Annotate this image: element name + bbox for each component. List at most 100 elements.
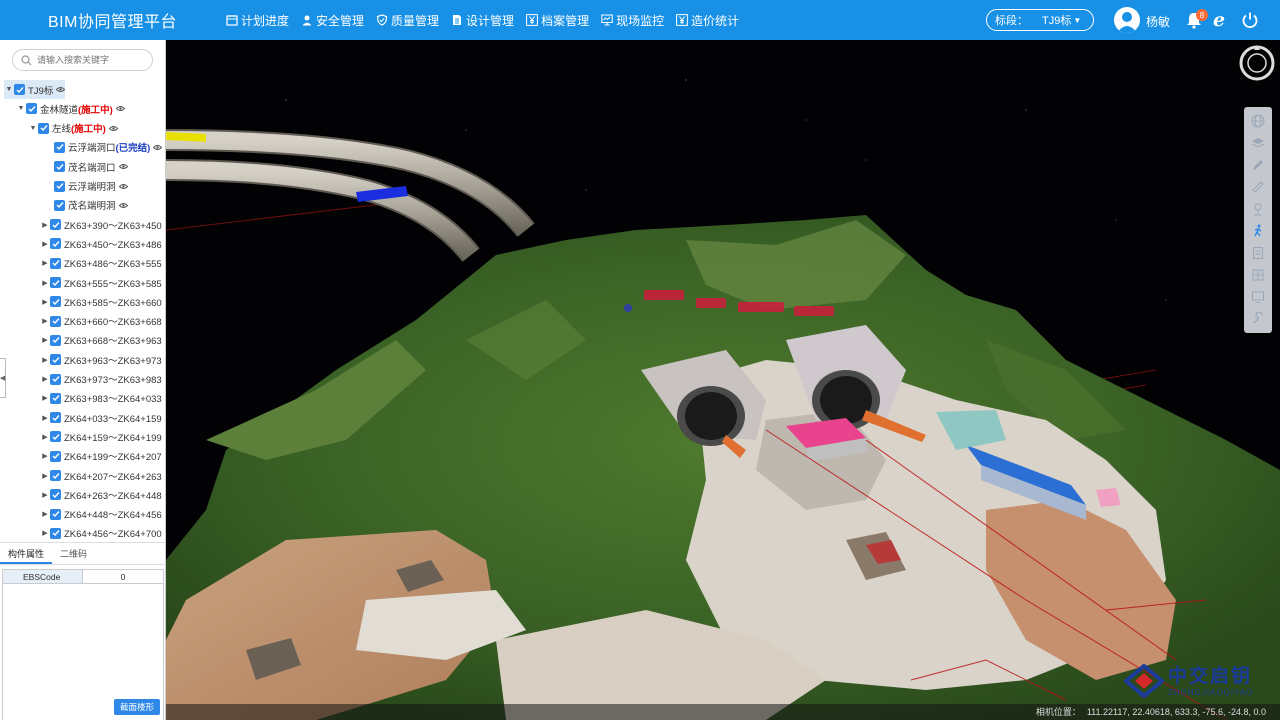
tree-checkbox[interactable] bbox=[50, 296, 61, 308]
chevron-right-icon[interactable]: ▶ bbox=[40, 491, 50, 499]
grid-tool[interactable] bbox=[1250, 267, 1266, 283]
search-box[interactable] bbox=[12, 49, 153, 71]
3d-viewport[interactable]: 中交启钥 ZHONGJIAOQIYAO 相机位置： 111.22117, 22.4… bbox=[166, 40, 1280, 720]
compass-icon[interactable] bbox=[1238, 44, 1276, 82]
tree-checkbox[interactable] bbox=[50, 508, 61, 520]
globe-tool[interactable] bbox=[1250, 113, 1266, 129]
chevron-right-icon[interactable]: ▶ bbox=[40, 452, 50, 460]
screen-tool[interactable] bbox=[1250, 289, 1266, 305]
tree-checkbox[interactable] bbox=[50, 470, 61, 481]
tree-node[interactable]: 茂名端洞口 bbox=[44, 157, 128, 176]
eye-icon[interactable] bbox=[118, 163, 128, 170]
tree-node-segment[interactable]: ▶ ZK64+159～ZK64+199 bbox=[40, 427, 162, 446]
tree-node-segment[interactable]: ▶ ZK63+585～ZK63+660 bbox=[40, 292, 162, 311]
tree-checkbox[interactable] bbox=[54, 141, 65, 153]
search-input[interactable] bbox=[37, 55, 147, 65]
tree-node[interactable]: 茂名端明洞 bbox=[44, 196, 128, 215]
tree-node-segment[interactable]: ▶ ZK63+390～ZK63+450 bbox=[40, 215, 162, 234]
layers-tool[interactable] bbox=[1250, 135, 1266, 151]
tree-checkbox[interactable] bbox=[26, 103, 37, 115]
chevron-down-icon[interactable]: ▼ bbox=[16, 105, 26, 112]
panel-collapse-handle[interactable]: ◀ bbox=[0, 358, 6, 398]
tree-checkbox[interactable] bbox=[38, 122, 49, 134]
tree-node-segment[interactable]: ▶ ZK64+456～ZK64+700 bbox=[40, 524, 162, 543]
settings-tool[interactable] bbox=[1250, 311, 1266, 327]
locate-button[interactable]: 截面楼形 bbox=[114, 699, 160, 715]
draw-tool[interactable] bbox=[1250, 157, 1266, 173]
nav-item-cost[interactable]: 造价统计 bbox=[670, 0, 745, 40]
tree-node-segment[interactable]: ▶ ZK64+448～ZK64+456 bbox=[40, 505, 162, 524]
chevron-down-icon[interactable]: ▼ bbox=[4, 86, 14, 93]
chevron-right-icon[interactable]: ▶ bbox=[40, 510, 50, 518]
location-tool[interactable] bbox=[1250, 201, 1266, 217]
chevron-right-icon[interactable]: ▶ bbox=[40, 356, 50, 364]
tree-checkbox[interactable] bbox=[14, 84, 25, 95]
terrain-model[interactable] bbox=[166, 40, 1280, 720]
walk-tool[interactable] bbox=[1250, 223, 1266, 239]
tree-checkbox[interactable] bbox=[54, 161, 65, 173]
tree-node-segment[interactable]: ▶ ZK64+263～ZK64+448 bbox=[40, 485, 162, 504]
tree-node[interactable]: 云浮端洞口 (已完结) bbox=[44, 138, 163, 157]
tree-checkbox[interactable] bbox=[50, 257, 61, 269]
tree-node[interactable]: ▼ TJ9标 bbox=[4, 80, 66, 99]
chevron-right-icon[interactable]: ▶ bbox=[40, 240, 50, 248]
tree-checkbox[interactable] bbox=[50, 334, 61, 346]
eye-icon[interactable] bbox=[118, 202, 128, 209]
nav-item-archive[interactable]: 档案管理 bbox=[520, 0, 595, 40]
tree-checkbox[interactable] bbox=[50, 450, 61, 462]
eye-icon[interactable] bbox=[108, 125, 118, 132]
chevron-right-icon[interactable]: ▶ bbox=[40, 394, 50, 402]
tree-node-segment[interactable]: ▶ ZK63+973～ZK63+983 bbox=[40, 370, 162, 389]
tree-node-segment[interactable]: ▶ ZK64+207～ZK64+263 bbox=[40, 466, 162, 485]
user-name[interactable]: 杨敏 bbox=[1146, 13, 1170, 30]
chevron-right-icon[interactable]: ▶ bbox=[40, 259, 50, 267]
tree-node-segment[interactable]: ▶ ZK63+486～ZK63+555 bbox=[40, 254, 162, 273]
power-icon[interactable] bbox=[1241, 11, 1259, 29]
tree-checkbox[interactable] bbox=[50, 238, 61, 250]
browser-icon[interactable]: e bbox=[1213, 10, 1231, 30]
chevron-right-icon[interactable]: ▶ bbox=[40, 317, 50, 325]
chevron-right-icon[interactable]: ▶ bbox=[40, 433, 50, 441]
tree-node-segment[interactable]: ▶ ZK64+033～ZK64+159 bbox=[40, 408, 162, 427]
eye-icon[interactable] bbox=[118, 183, 128, 190]
nav-item-quality[interactable]: 质量管理 bbox=[370, 0, 445, 40]
tab-qr-code[interactable]: 二维码 bbox=[52, 543, 95, 564]
nav-item-design[interactable]: 设计管理 bbox=[445, 0, 520, 40]
avatar[interactable] bbox=[1114, 7, 1140, 33]
tree-checkbox[interactable] bbox=[50, 431, 61, 443]
eye-icon[interactable] bbox=[56, 86, 66, 93]
tree-checkbox[interactable] bbox=[50, 489, 61, 501]
nav-item-safety[interactable]: 安全管理 bbox=[295, 0, 370, 40]
tree-checkbox[interactable] bbox=[50, 354, 61, 366]
tree-node-segment[interactable]: ▶ ZK63+660～ZK63+668 bbox=[40, 312, 162, 331]
tree-node-segment[interactable]: ▶ ZK64+199～ZK64+207 bbox=[40, 447, 162, 466]
chevron-right-icon[interactable]: ▶ bbox=[40, 298, 50, 306]
chevron-right-icon[interactable]: ▶ bbox=[40, 221, 50, 229]
chevron-right-icon[interactable]: ▶ bbox=[40, 336, 50, 344]
tree-checkbox[interactable] bbox=[50, 373, 61, 385]
tree-checkbox[interactable] bbox=[50, 412, 61, 424]
tree-checkbox[interactable] bbox=[50, 219, 61, 231]
nav-item-monitor[interactable]: 现场监控 bbox=[595, 0, 670, 40]
tree-checkbox[interactable] bbox=[50, 392, 61, 404]
tree-node-segment[interactable]: ▶ ZK63+983～ZK64+033 bbox=[40, 389, 162, 408]
eye-icon[interactable] bbox=[115, 105, 125, 112]
tree-checkbox[interactable] bbox=[50, 315, 61, 327]
measure-tool[interactable] bbox=[1250, 179, 1266, 195]
document-tool[interactable] bbox=[1250, 245, 1266, 261]
tab-component-properties[interactable]: 构件属性 bbox=[0, 543, 53, 564]
eye-icon[interactable] bbox=[153, 144, 163, 151]
nav-item-schedule[interactable]: 计划进度 bbox=[220, 0, 295, 40]
section-select[interactable]: 标段： TJ9标 ▼ bbox=[986, 9, 1094, 31]
tree-node[interactable]: ▼ 左线 (施工中) bbox=[28, 119, 118, 138]
tree-checkbox[interactable] bbox=[50, 277, 61, 288]
tree-checkbox[interactable] bbox=[50, 527, 61, 539]
tree-checkbox[interactable] bbox=[54, 180, 65, 192]
tree-node-segment[interactable]: ▶ ZK63+668～ZK63+963 bbox=[40, 331, 162, 350]
chevron-right-icon[interactable]: ▶ bbox=[40, 279, 50, 287]
chevron-down-icon[interactable]: ▼ bbox=[28, 125, 38, 132]
tree-node-segment[interactable]: ▶ ZK63+963～ZK63+973 bbox=[40, 350, 162, 369]
tree-node[interactable]: 云浮端明洞 bbox=[44, 177, 128, 196]
tree-node-segment[interactable]: ▶ ZK63+555～ZK63+585 bbox=[40, 273, 162, 292]
tree-checkbox[interactable] bbox=[54, 199, 65, 211]
